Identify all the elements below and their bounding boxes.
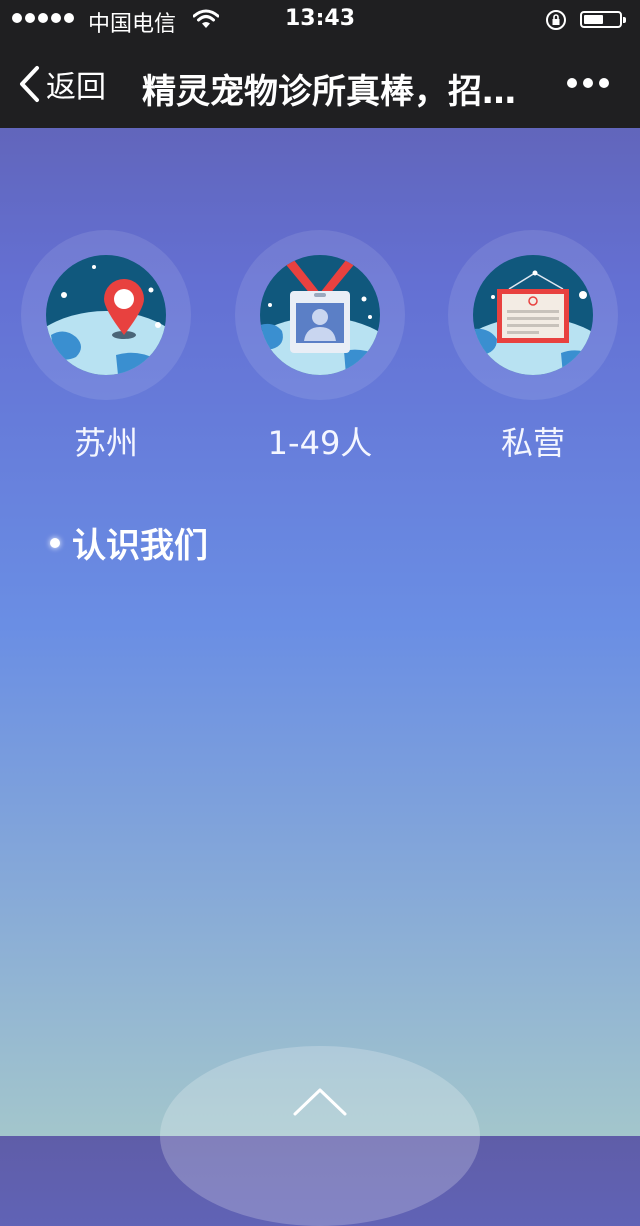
- feature-label: 私营: [500, 424, 565, 462]
- battery-icon: [580, 11, 626, 28]
- back-button[interactable]: 返回: [18, 62, 106, 106]
- feature-company-type: 私营: [448, 230, 618, 462]
- section-title: 认识我们: [72, 526, 208, 566]
- feature-label: 苏州: [73, 424, 138, 462]
- feature-team-size: 1-49人: [235, 230, 405, 462]
- feature-label: 1-49人: [267, 424, 373, 462]
- back-label: 返回: [46, 70, 106, 105]
- more-dots-icon[interactable]: [567, 78, 609, 88]
- nav-bar: 返回 精灵宠物诊所真棒，招…: [0, 40, 640, 128]
- rotation-lock-icon: [545, 9, 567, 37]
- page-title: 精灵宠物诊所真棒，招…: [142, 72, 516, 112]
- location-pin-globe-icon: [46, 255, 166, 375]
- id-badge-globe-icon: [260, 255, 380, 375]
- feature-location: 苏州: [21, 230, 191, 462]
- scroll-up-button[interactable]: [160, 1046, 480, 1226]
- chevron-left-icon: [20, 66, 39, 102]
- status-bar: 中国电信 13:43: [0, 0, 640, 40]
- bullet-dot-icon: [50, 537, 60, 548]
- section-header: 认识我们: [50, 518, 208, 567]
- clock: 13:43: [284, 6, 356, 31]
- signboard-globe-icon: [473, 255, 593, 375]
- chevron-up-icon: [293, 1088, 347, 1116]
